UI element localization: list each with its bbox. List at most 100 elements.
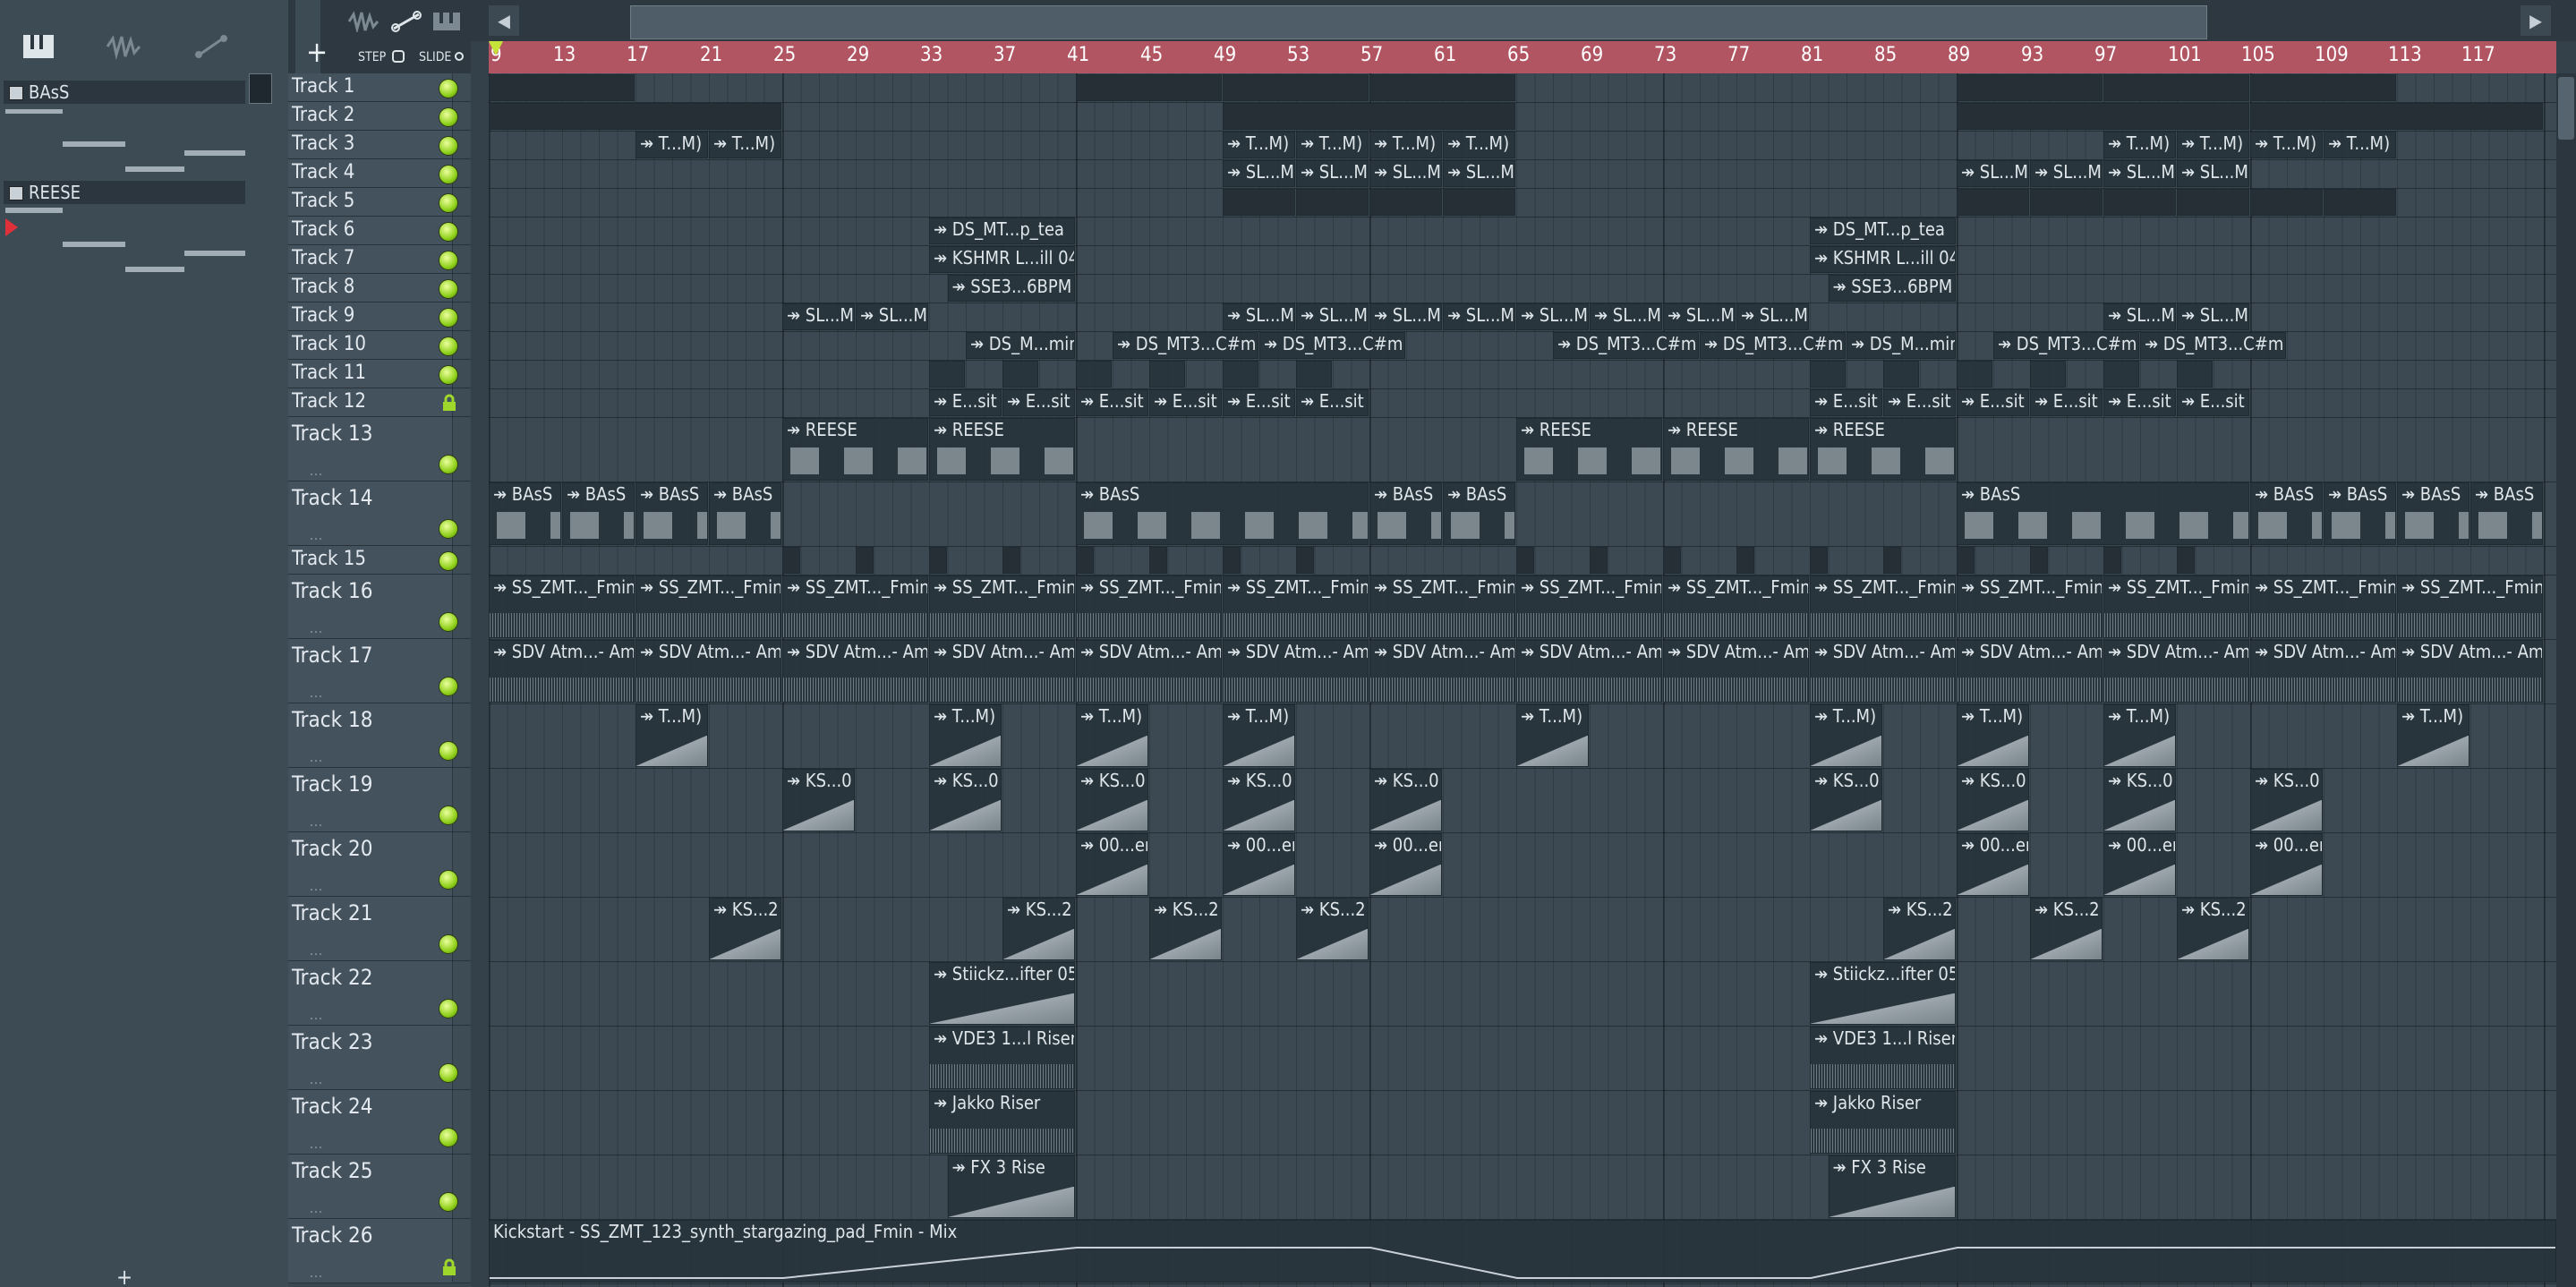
- playlist-clip[interactable]: [2177, 189, 2249, 216]
- playlist-clip[interactable]: ↠ SS_ZMT..._Fmin: [1076, 575, 1222, 638]
- playlist-clip[interactable]: [1957, 189, 2029, 216]
- track-header[interactable]: Track 18...: [288, 703, 471, 768]
- playlist-clip[interactable]: [1076, 361, 1112, 388]
- playlist-clip[interactable]: ↠ SL...M: [1663, 303, 1736, 330]
- playlist-clip[interactable]: ↠ SL...M: [2177, 160, 2249, 187]
- playlist-clip[interactable]: [856, 547, 874, 574]
- playlist-clip[interactable]: [2250, 103, 2543, 130]
- playlist-clip[interactable]: ↠ SS_ZMT..._Fmin: [2397, 575, 2543, 638]
- playlist-clip[interactable]: ↠ E...sit: [1149, 389, 1222, 416]
- playlist-clip[interactable]: ↠ SL...M: [2177, 303, 2249, 330]
- playlist-clip[interactable]: ↠ DS_MT3...C#min: [1993, 332, 2139, 359]
- playlist-clip[interactable]: ↠ T...M): [2250, 132, 2323, 158]
- track-header[interactable]: Track 21...: [288, 897, 471, 961]
- playlist-clip[interactable]: ↠ SDV Atm...- Am: [929, 640, 1075, 703]
- playlist-clip[interactable]: ↠ KS...2: [2030, 898, 2103, 960]
- playlist-clip[interactable]: [2103, 547, 2121, 574]
- track-header[interactable]: Track 6: [288, 217, 471, 245]
- playlist-clip[interactable]: ↠ T...M): [2103, 704, 2176, 767]
- playlist-clip[interactable]: ↠ SL...M: [1957, 160, 2029, 187]
- track-header[interactable]: Track 13...: [288, 417, 471, 482]
- playlist-clip[interactable]: ↠ T...M): [929, 704, 1002, 767]
- playlist-clip[interactable]: ↠ E...sit: [1002, 389, 1075, 416]
- playlist-clip[interactable]: ↠ SS_ZMT..._Fmin: [1810, 575, 1956, 638]
- track-mute-led[interactable]: [439, 251, 458, 270]
- playlist-clip[interactable]: ↠ 00...er: [1957, 833, 2029, 896]
- scroll-right-button[interactable]: ▶: [2521, 5, 2551, 36]
- playlist-clip[interactable]: ↠ KS...0: [1810, 769, 1882, 831]
- playlist-clip[interactable]: ↠ KS...2: [1296, 898, 1369, 960]
- playlist-clip[interactable]: ↠ SL...M: [856, 303, 928, 330]
- playlist-clip[interactable]: ↠ SL...M: [1296, 303, 1369, 330]
- piano-roll-icon[interactable]: [13, 20, 66, 73]
- playlist-clip[interactable]: [1369, 74, 1515, 101]
- playlist-clip[interactable]: [1149, 361, 1185, 388]
- playlist-clip[interactable]: ↠ REESE: [1810, 418, 1956, 481]
- vertical-scroll-thumb[interactable]: [2558, 77, 2574, 140]
- playlist-clip[interactable]: ↠ T...M): [1076, 704, 1148, 767]
- playlist-grid[interactable]: ↠ T...M) ↠ T...M) ↠ T...M) ↠ T...M) ↠ T...M)…: [489, 73, 2556, 1287]
- playlist-clip[interactable]: ↠ SS_ZMT..._Fmin: [1516, 575, 1662, 638]
- track-header[interactable]: Track 9: [288, 303, 471, 331]
- playlist-clip[interactable]: ↠ BAsS: [2250, 482, 2323, 545]
- playlist-clip[interactable]: [2177, 361, 2213, 388]
- track-mute-led[interactable]: [439, 741, 458, 761]
- playlist-clip[interactable]: ↠ T...M): [635, 704, 708, 767]
- playlist-clip[interactable]: ↠ DS_MT3...C#min: [1259, 332, 1405, 359]
- track-mute-led[interactable]: [439, 870, 458, 890]
- track-lock-icon[interactable]: [440, 394, 458, 412]
- track-mute-led[interactable]: [439, 337, 458, 356]
- playlist-clip[interactable]: ↠ Stiickz...ifter 05: [1810, 962, 1956, 1025]
- track-mute-led[interactable]: [439, 308, 458, 328]
- playlist-clip[interactable]: ↠ E...sit: [1957, 389, 2029, 416]
- track-mute-led[interactable]: [439, 805, 458, 825]
- step-toggle[interactable]: [392, 50, 405, 63]
- playlist-clip[interactable]: [1149, 547, 1167, 574]
- playlist-clip[interactable]: ↠ 00...er: [2103, 833, 2176, 896]
- playlist-clip[interactable]: ↠ SL...M: [1443, 303, 1515, 330]
- playlist-clip[interactable]: ↠ SDV Atm...- Am: [1663, 640, 1809, 703]
- playlist-clip[interactable]: ↠ SDV Atm...- Am: [782, 640, 928, 703]
- playlist-clip[interactable]: [1296, 547, 1314, 574]
- playlist-clip[interactable]: ↠ E...sit: [929, 389, 1002, 416]
- playlist-clip[interactable]: ↠ E...sit: [1223, 389, 1295, 416]
- playlist-clip[interactable]: [1810, 361, 1846, 388]
- playlist-clip[interactable]: ↠ T...M): [1223, 132, 1295, 158]
- track-mute-led[interactable]: [439, 1192, 458, 1212]
- playlist-clip[interactable]: ↠ SL...M: [1443, 160, 1515, 187]
- playlist-clip[interactable]: [1663, 547, 1681, 574]
- track-mute-led[interactable]: [439, 999, 458, 1019]
- playlist-clip[interactable]: [1223, 74, 1369, 101]
- playlist-clip[interactable]: [1369, 189, 1442, 216]
- playlist-clip[interactable]: [2030, 361, 2066, 388]
- playlist-clip[interactable]: [2103, 361, 2139, 388]
- playlist-clip[interactable]: [1076, 547, 1094, 574]
- playlist-clip[interactable]: ↠ SL...M: [782, 303, 855, 330]
- playlist-clip[interactable]: ↠ E...sit: [1883, 389, 1956, 416]
- playlist-clip[interactable]: ↠ SSE3...6BPM: [947, 275, 1075, 302]
- playlist-clip[interactable]: ↠ KS...2: [2177, 898, 2249, 960]
- track-lane[interactable]: [489, 1090, 2556, 1155]
- playlist-clip[interactable]: ↠ SL...M: [2103, 160, 2176, 187]
- audio-clip-mode-icon[interactable]: [344, 4, 383, 39]
- playlist-clip[interactable]: [1076, 74, 1222, 101]
- playlist-clip[interactable]: ↠ KS...0: [1223, 769, 1295, 831]
- track-mute-led[interactable]: [439, 1063, 458, 1083]
- track-header[interactable]: Track 8: [288, 274, 471, 303]
- track-lane[interactable]: [489, 245, 2556, 275]
- playlist-clip[interactable]: ↠ BAsS: [709, 482, 781, 545]
- playlist-clip[interactable]: ↠ SS_ZMT..._Fmin: [2250, 575, 2396, 638]
- track-header[interactable]: Track 15: [288, 546, 471, 575]
- track-lane[interactable]: [489, 832, 2556, 898]
- playlist-clip[interactable]: [1810, 547, 1828, 574]
- playlist-clip[interactable]: ↠ BAsS: [635, 482, 708, 545]
- playlist-clip[interactable]: [1002, 547, 1020, 574]
- playlist-clip[interactable]: ↠ Stiickz...ifter 05: [929, 962, 1075, 1025]
- playlist-clip[interactable]: [489, 74, 635, 101]
- playlist-clip[interactable]: ↠ KS...0: [1076, 769, 1148, 831]
- track-header[interactable]: Track 11: [288, 360, 471, 388]
- track-header[interactable]: Track 3: [288, 131, 471, 159]
- track-mute-led[interactable]: [439, 165, 458, 184]
- playlist-clip[interactable]: [1883, 547, 1901, 574]
- track-lane[interactable]: [489, 217, 2556, 246]
